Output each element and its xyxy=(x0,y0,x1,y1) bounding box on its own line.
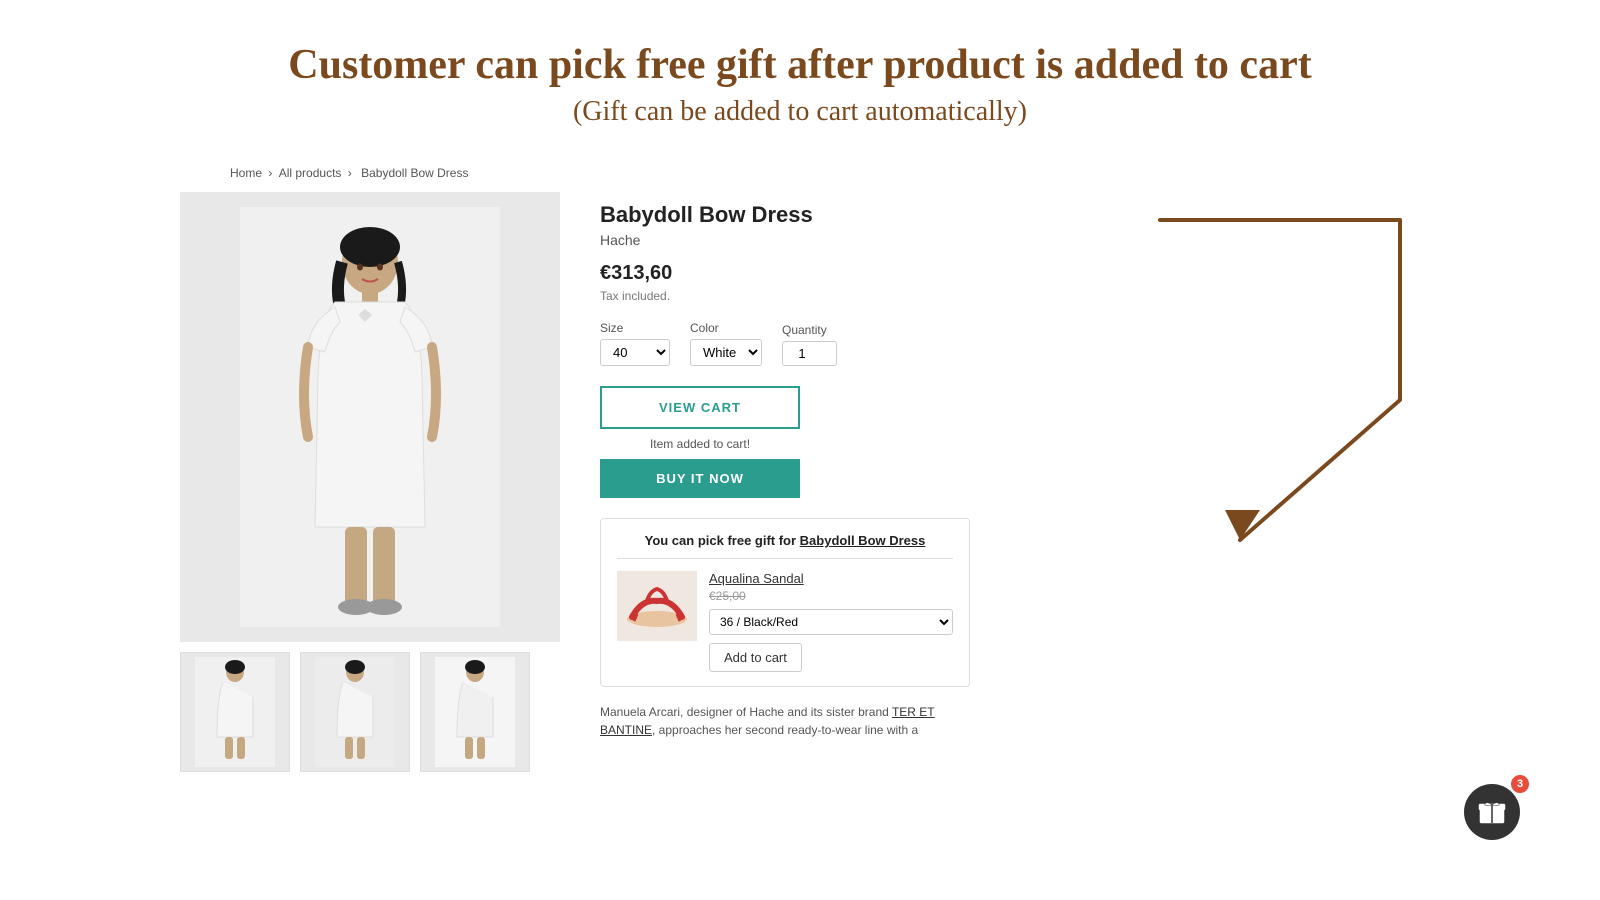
quantity-label: Quantity xyxy=(782,323,837,337)
gift-section-title: You can pick free gift for Babydoll Bow … xyxy=(617,533,953,559)
color-select[interactable]: White Black Blue xyxy=(690,339,762,366)
product-price: €313,60 xyxy=(600,262,1000,285)
breadcrumb-all-products[interactable]: All products xyxy=(279,166,342,180)
buy-now-button[interactable]: BUY IT NOW xyxy=(600,459,800,498)
header-title: Customer can pick free gift after produc… xyxy=(20,40,1580,90)
breadcrumb-home[interactable]: Home xyxy=(230,166,262,180)
thumbnail-row xyxy=(180,652,560,772)
gift-badge: 3 xyxy=(1511,775,1529,793)
description-text-2: , approaches her second ready-to-wear li… xyxy=(652,723,918,737)
header-section: Customer can pick free gift after produc… xyxy=(0,0,1600,148)
product-info: Babydoll Bow Dress Hache €313,60 Tax inc… xyxy=(600,192,1000,739)
add-to-cart-button[interactable]: Add to cart xyxy=(709,643,802,672)
gift-title-link[interactable]: Babydoll Bow Dress xyxy=(800,533,926,548)
gift-section: You can pick free gift for Babydoll Bow … xyxy=(600,518,970,687)
header-subtitle: (Gift can be added to cart automatically… xyxy=(20,96,1580,128)
quantity-option: Quantity xyxy=(782,323,837,366)
thumbnail-3[interactable] xyxy=(420,652,530,772)
gift-product-image xyxy=(617,571,697,641)
thumbnail-2[interactable] xyxy=(300,652,410,772)
color-label: Color xyxy=(690,321,762,335)
view-cart-button[interactable]: VIEW CART xyxy=(600,386,800,429)
options-row: Size 40 38 42 44 Color White Black Blue … xyxy=(600,321,1000,366)
quantity-input[interactable] xyxy=(782,341,837,366)
product-description: Manuela Arcari, designer of Hache and it… xyxy=(600,703,970,739)
size-select[interactable]: 40 38 42 44 xyxy=(600,339,670,366)
item-added-text: Item added to cart! xyxy=(600,437,800,451)
thumbnail-1[interactable] xyxy=(180,652,290,772)
product-section: Babydoll Bow Dress Hache €313,60 Tax inc… xyxy=(180,192,1600,772)
product-image-svg xyxy=(240,207,500,627)
product-name: Babydoll Bow Dress xyxy=(600,202,1000,228)
gift-title-prefix: You can pick free gift for xyxy=(645,533,800,548)
product-tax: Tax included. xyxy=(600,289,1000,303)
color-option: Color White Black Blue xyxy=(690,321,762,366)
product-brand: Hache xyxy=(600,232,1000,248)
description-text-1: Manuela Arcari, designer of Hache and it… xyxy=(600,705,892,719)
breadcrumb-product: Babydoll Bow Dress xyxy=(361,166,468,180)
image-column xyxy=(180,192,560,772)
gift-product-name[interactable]: Aqualina Sandal xyxy=(709,571,953,586)
gift-item: Aqualina Sandal €25,00 36 / Black/Red 37… xyxy=(617,571,953,672)
breadcrumb: Home › All products › Babydoll Bow Dress xyxy=(230,166,1600,180)
main-product-image xyxy=(180,192,560,642)
size-option: Size 40 38 42 44 xyxy=(600,321,670,366)
size-label: Size xyxy=(600,321,670,335)
gift-icon-button[interactable]: 3 xyxy=(1464,784,1520,840)
gift-variant-select[interactable]: 36 / Black/Red 37 / Black/Red 38 / Black… xyxy=(709,609,953,635)
gift-details: Aqualina Sandal €25,00 36 / Black/Red 37… xyxy=(709,571,953,672)
gift-product-price: €25,00 xyxy=(709,589,953,603)
